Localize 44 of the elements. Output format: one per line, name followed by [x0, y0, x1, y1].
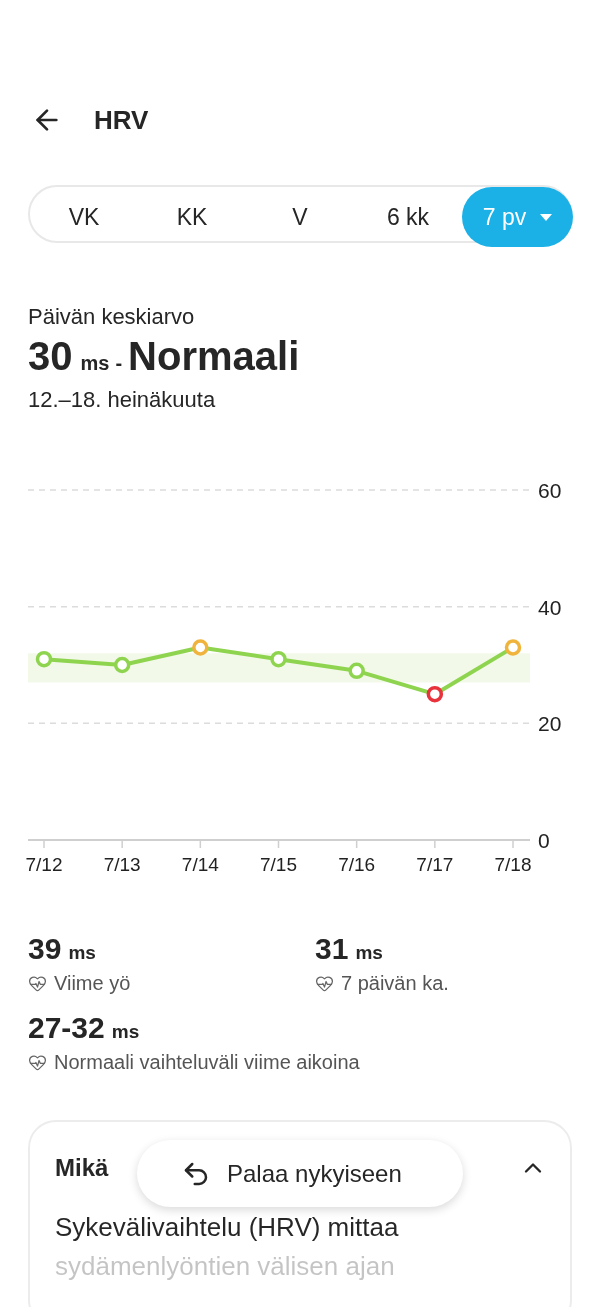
y-axis-label: 20 — [538, 712, 562, 736]
stat-unit: ms — [111, 1020, 140, 1044]
stat-unit: ms — [355, 941, 383, 965]
stat-label: Viime yö — [54, 971, 131, 996]
y-axis-label: 0 — [538, 829, 550, 852]
heart-pulse-icon — [28, 973, 47, 993]
data-point — [270, 650, 287, 668]
stat-value: 39 — [28, 932, 62, 966]
separator-text: - — [115, 351, 123, 376]
x-axis-label: 7/14 — [181, 854, 219, 875]
x-axis-label: 7/15 — [260, 854, 297, 875]
stat-value: 27-32 — [28, 1011, 105, 1045]
data-point — [504, 639, 522, 656]
data-point — [192, 639, 209, 656]
data-point — [35, 650, 53, 668]
x-axis-label: 7/17 — [416, 854, 454, 875]
status-text: Normaali — [128, 333, 300, 379]
stat-value: 31 — [315, 932, 349, 966]
dropdown-caret-icon — [540, 213, 553, 221]
x-axis-label: 7/16 — [338, 854, 376, 875]
unit-label: ms — [80, 351, 110, 376]
heart-pulse-icon — [315, 973, 334, 993]
heart-pulse-icon — [28, 1052, 47, 1072]
return-button[interactable]: Palaa nykyiseen — [137, 1140, 463, 1207]
range-tab[interactable]: V — [246, 189, 354, 245]
range-tab[interactable]: 6 kk — [354, 189, 462, 245]
average-value: 30 — [28, 333, 73, 379]
x-axis-label: 7/18 — [494, 854, 532, 875]
stat-unit: ms — [68, 941, 96, 965]
page-title: HRV — [94, 103, 149, 137]
summary-caption: Päivän keskiarvo — [28, 303, 196, 331]
stat-label: 7 päivän ka. — [341, 971, 449, 996]
range-tab[interactable]: KK — [138, 189, 246, 245]
y-axis-label: 40 — [538, 595, 562, 619]
data-point — [113, 656, 131, 674]
stat-label: Normaali vaihteluväli viime aikoina — [54, 1050, 360, 1075]
card-title: Mikä — [55, 1153, 109, 1183]
y-axis-label: 60 — [538, 479, 562, 502]
x-axis-label: 7/12 — [25, 854, 63, 875]
data-point — [348, 662, 365, 680]
date-range: 12.–18. heinäkuuta — [28, 386, 217, 414]
x-axis-label: 7/13 — [103, 854, 141, 875]
data-point — [426, 685, 444, 703]
range-tab[interactable]: VK — [30, 189, 138, 245]
